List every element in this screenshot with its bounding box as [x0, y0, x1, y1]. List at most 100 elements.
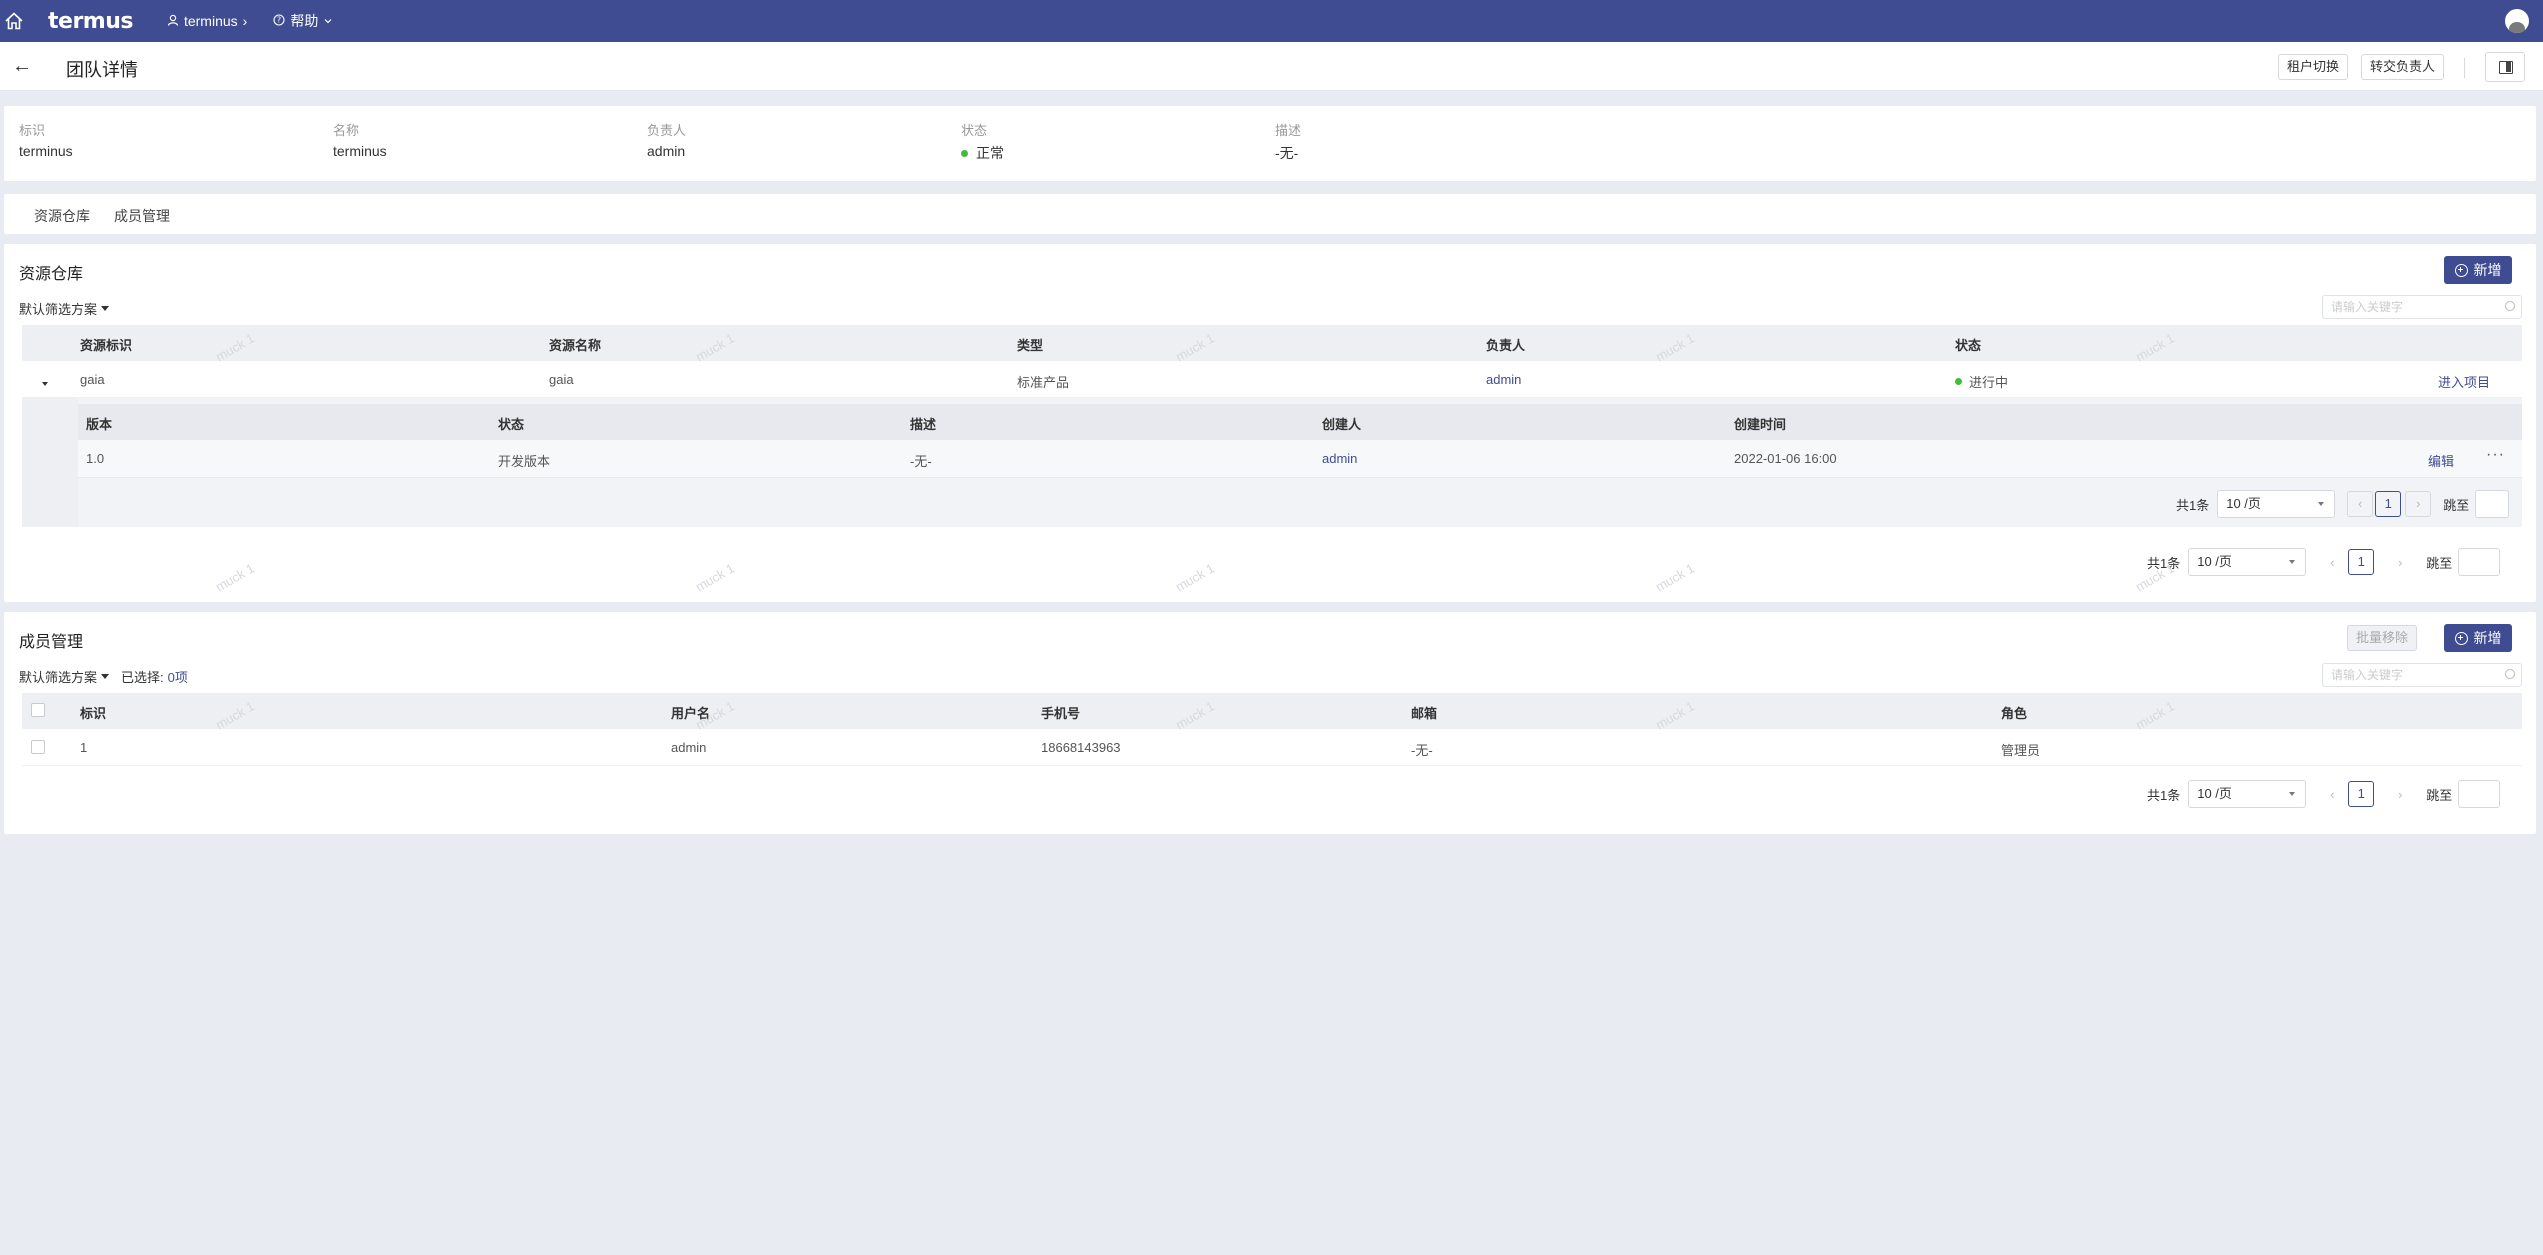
repo-col-owner: 负责人 [1486, 338, 1526, 353]
watermark: muck 1 [1653, 560, 1697, 595]
next-page-icon[interactable]: › [2386, 555, 2414, 570]
version-page-size-select[interactable]: 10 /页 [2217, 490, 2336, 518]
search-icon [2505, 301, 2515, 311]
repo-filter-dropdown[interactable]: 默认筛选方案 [19, 299, 110, 318]
help-menu[interactable]: ? 帮助 [273, 11, 333, 31]
next-page-icon[interactable]: › [2386, 787, 2414, 802]
avatar[interactable] [2505, 9, 2529, 33]
version-row-desc: -无- [910, 454, 932, 469]
members-filter-label: 默认筛选方案 [19, 670, 98, 685]
watermark: muck 1 [213, 560, 257, 595]
transfer-owner-button[interactable]: 转交负责人 [2361, 54, 2445, 80]
members-jump-input[interactable] [2458, 780, 2501, 808]
version-col-version: 版本 [86, 417, 113, 432]
members-col-username: 用户名 [671, 706, 711, 721]
info-status-value: 正常 [961, 143, 1004, 163]
org-switcher[interactable]: terminus › [167, 13, 247, 29]
table-row[interactable]: 1.0 开发版本 -无- admin 2022-01-06 16:00 编辑 ·… [78, 440, 2522, 478]
members-filter-dropdown[interactable]: 默认筛选方案 已选择: 0项 [19, 667, 188, 686]
more-actions-icon[interactable]: ··· [2486, 446, 2505, 464]
members-page-number[interactable]: 1 [2348, 781, 2375, 807]
members-search-placeholder: 请输入关键字 [2331, 668, 2404, 682]
repo-jump-label: 跳至 [2426, 555, 2453, 571]
version-pagination: 共1条 10 /页 ‹ 1 › 跳至 [2176, 490, 2510, 518]
team-info-card: 标识 terminus 名称 terminus 负责人 admin 状态 正常 … [4, 106, 2536, 181]
version-table-header: 版本 状态 描述 创建人 创建时间 [78, 404, 2522, 440]
row-checkbox[interactable] [31, 740, 45, 754]
prev-page-icon[interactable]: ‹ [2318, 555, 2346, 570]
prev-page-icon[interactable]: ‹ [2347, 491, 2374, 517]
search-icon [2505, 669, 2515, 679]
page-header: ← 团队详情 租户切换 转交负责人 [0, 42, 2543, 91]
members-search-input[interactable]: 请输入关键字 [2322, 663, 2522, 687]
info-name: 名称 terminus [333, 120, 387, 159]
next-page-icon[interactable]: › [2405, 491, 2432, 517]
version-pager-total: 共1条 [2176, 497, 2210, 513]
repo-col-name: 资源名称 [549, 338, 602, 353]
repo-jump-input[interactable] [2458, 548, 2501, 576]
table-row[interactable]: gaia gaia 标准产品 admin 进行中 进入项目 [22, 361, 2522, 398]
home-icon[interactable] [0, 7, 28, 35]
org-name: terminus [183, 13, 238, 29]
repo-pager-total: 共1条 [2147, 555, 2181, 571]
info-status-text: 正常 [976, 145, 1004, 161]
repo-page-size-select[interactable]: 10 /页 [2188, 548, 2307, 576]
enter-project-link[interactable]: 进入项目 [2438, 372, 2490, 391]
version-edit-link[interactable]: 编辑 [2428, 451, 2454, 470]
version-page-number[interactable]: 1 [2375, 491, 2402, 517]
switch-tenant-button[interactable]: 租户切换 [2278, 54, 2349, 80]
table-row[interactable]: 1 admin 18668143963 -无- 管理员 [22, 729, 2522, 766]
repo-add-button[interactable]: 新增 [2444, 256, 2512, 284]
back-arrow-icon[interactable]: ← [12, 55, 32, 78]
version-row-status: 开发版本 [498, 454, 551, 469]
repo-row-id: gaia [80, 372, 105, 387]
app-logo[interactable]: termus [48, 9, 133, 34]
members-table-header: 标识 用户名 手机号 邮箱 角色 [22, 693, 2522, 729]
status-dot [1955, 378, 1962, 385]
expanded-indent [22, 398, 78, 527]
plus-circle-icon [2454, 631, 2468, 645]
selected-label: 已选择: [121, 670, 164, 685]
plus-circle-icon [2454, 263, 2468, 277]
tab-repo[interactable]: 资源仓库 [34, 206, 90, 226]
repo-search-placeholder: 请输入关键字 [2331, 300, 2404, 314]
repo-row-owner[interactable]: admin [1486, 372, 1521, 387]
tab-members[interactable]: 成员管理 [114, 206, 170, 226]
version-row-creator[interactable]: admin [1322, 451, 1357, 466]
repo-row-status-text: 进行中 [1969, 375, 2009, 390]
top-navbar: termus terminus › ? 帮助 [0, 0, 2543, 42]
selected-count: 0项 [167, 670, 188, 685]
repo-add-label: 新增 [2473, 262, 2502, 278]
version-row-version: 1.0 [86, 451, 105, 466]
help-label: 帮助 [290, 13, 319, 29]
repo-page-number[interactable]: 1 [2348, 549, 2375, 575]
repo-filter-label: 默认筛选方案 [19, 302, 98, 317]
info-owner: 负责人 admin [647, 120, 686, 159]
member-row-phone: 18668143963 [1041, 740, 1121, 755]
prev-page-icon[interactable]: ‹ [2318, 787, 2346, 802]
expand-caret-icon[interactable] [42, 374, 48, 389]
member-row-email: -无- [1411, 743, 1433, 758]
info-name-label: 名称 [333, 123, 360, 138]
members-page-size-select[interactable]: 10 /页 [2188, 780, 2307, 808]
repo-section-title: 资源仓库 [19, 266, 84, 283]
members-page-size-value: 10 /页 [2197, 786, 2232, 801]
repo-search-input[interactable]: 请输入关键字 [2322, 295, 2522, 319]
caret-down-icon [101, 306, 110, 311]
status-dot [961, 149, 968, 157]
chevron-right-icon: › [242, 13, 248, 29]
members-col-email: 邮箱 [1411, 706, 1438, 721]
repo-page-size-value: 10 /页 [2197, 554, 2232, 569]
select-all-checkbox[interactable] [31, 703, 45, 717]
section-tabs: 资源仓库 成员管理 [4, 194, 2536, 234]
members-col-id: 标识 [80, 706, 107, 721]
svg-text:?: ? [277, 16, 281, 25]
member-row-username: admin [671, 740, 707, 755]
info-id: 标识 terminus [19, 120, 73, 159]
chevron-down-icon [2318, 502, 2325, 506]
members-add-button[interactable]: 新增 [2444, 624, 2512, 652]
batch-remove-button[interactable]: 批量移除 [2347, 625, 2418, 651]
panel-toggle-icon[interactable] [2485, 52, 2525, 82]
repo-col-id: 资源标识 [80, 338, 133, 353]
version-jump-input[interactable] [2475, 490, 2510, 518]
